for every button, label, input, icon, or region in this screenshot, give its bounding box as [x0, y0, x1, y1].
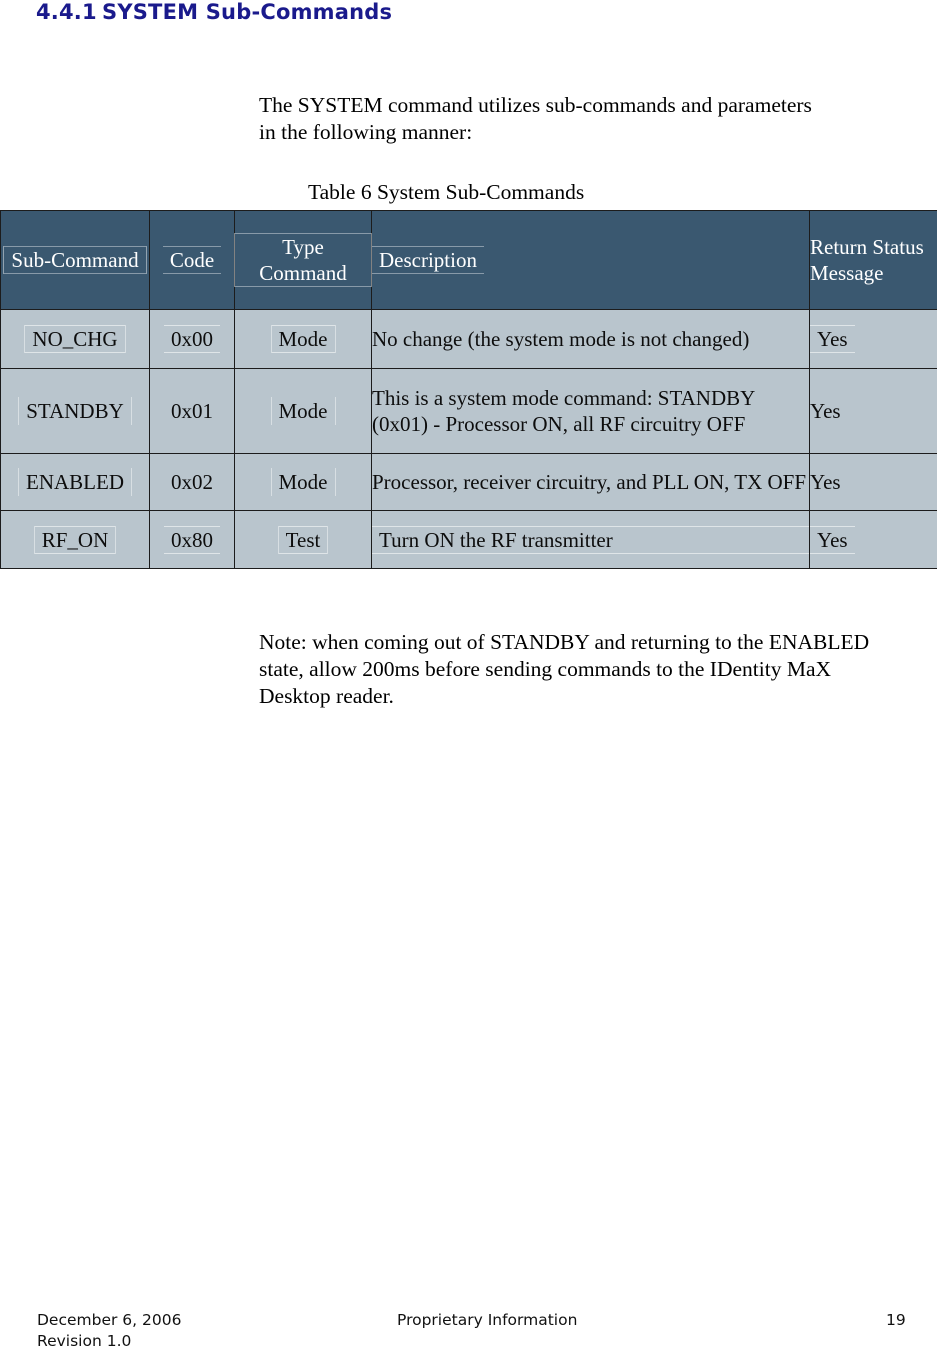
cell-type-command: Test [235, 511, 372, 569]
cell-description: Processor, receiver circuitry, and PLL O… [372, 454, 810, 511]
cell-sub-command: STANDBY [1, 369, 150, 454]
cell-return-status-message: Yes [810, 511, 937, 569]
cell-sub-command: ENABLED [1, 454, 150, 511]
section-title-text: SYSTEM Sub-Commands [102, 0, 392, 24]
section-number: 4.4.1 [36, 0, 102, 24]
cell-sub-command: RF_ON [1, 511, 150, 569]
cell-sub-command-value: NO_CHG [25, 325, 124, 353]
cell-type-command: Mode [235, 369, 372, 454]
footer-proprietary-notice: Proprietary Information [397, 1310, 577, 1331]
page-footer: December 6, 2006 Revision 1.0 Proprietar… [0, 1310, 937, 1350]
footer-date: December 6, 2006 [37, 1310, 181, 1331]
table-row: STANDBY 0x01 Mode This is a system mode … [1, 369, 937, 454]
cell-description: No change (the system mode is not change… [372, 310, 810, 369]
note-paragraph: Note: when coming out of STANDBY and ret… [259, 629, 899, 710]
cell-type-command-value: Test [279, 526, 328, 554]
intro-paragraph: The SYSTEM command utilizes sub-commands… [259, 92, 819, 146]
table-row: RF_ON 0x80 Test Turn ON the RF transmitt… [1, 511, 937, 569]
column-header-description: Description [372, 211, 810, 310]
cell-description-value: Turn ON the RF transmitter [372, 526, 809, 554]
cell-code: 0x02 [150, 454, 235, 511]
cell-type-command: Mode [235, 310, 372, 369]
cell-return-status-message: Yes [810, 454, 937, 511]
cell-return-status-message: Yes [810, 310, 937, 369]
cell-sub-command-value: STANDBY [19, 397, 131, 425]
table-row: NO_CHG 0x00 Mode No change (the system m… [1, 310, 937, 369]
cell-type-command: Mode [235, 454, 372, 511]
cell-description: Turn ON the RF transmitter [372, 511, 810, 569]
cell-code: 0x80 [150, 511, 235, 569]
column-header-description-label: Description [372, 246, 484, 274]
cell-code-value: 0x00 [164, 325, 220, 353]
table-caption: Table 6 System Sub-Commands [259, 179, 819, 206]
cell-return-status-message-value: Yes [810, 325, 855, 353]
cell-sub-command-value: RF_ON [35, 526, 116, 554]
cell-type-command-value: Mode [272, 397, 335, 425]
footer-page-number: 19 [886, 1310, 906, 1331]
cell-type-command-value: Mode [272, 468, 335, 496]
cell-return-status-message-value: Yes [810, 526, 855, 554]
table-header-row: Sub-Command Code Type Command Descriptio… [1, 211, 937, 310]
cell-description: This is a system mode command: STANDBY (… [372, 369, 810, 454]
footer-revision: Revision 1.0 [37, 1331, 181, 1352]
footer-left: December 6, 2006 Revision 1.0 [37, 1310, 181, 1352]
column-header-code: Code [150, 211, 235, 310]
column-header-type-command-label: Type Command [235, 233, 371, 287]
column-header-return-status-message: Return Status Message [810, 211, 937, 310]
column-header-sub-command-label: Sub-Command [4, 246, 145, 274]
system-sub-commands-table: Sub-Command Code Type Command Descriptio… [0, 210, 937, 569]
column-header-code-label: Code [163, 246, 221, 274]
page-title: 4.4.1SYSTEM Sub-Commands [36, 0, 392, 24]
cell-sub-command: NO_CHG [1, 310, 150, 369]
cell-code-value: 0x80 [164, 526, 220, 554]
column-header-return-status-message-label: Return Status Message [810, 235, 924, 285]
cell-code: 0x01 [150, 369, 235, 454]
cell-sub-command-value: ENABLED [19, 468, 131, 496]
column-header-sub-command: Sub-Command [1, 211, 150, 310]
column-header-type-command: Type Command [235, 211, 372, 310]
cell-return-status-message: Yes [810, 369, 937, 454]
cell-code: 0x00 [150, 310, 235, 369]
cell-type-command-value: Mode [272, 325, 335, 353]
table-row: ENABLED 0x02 Mode Processor, receiver ci… [1, 454, 937, 511]
